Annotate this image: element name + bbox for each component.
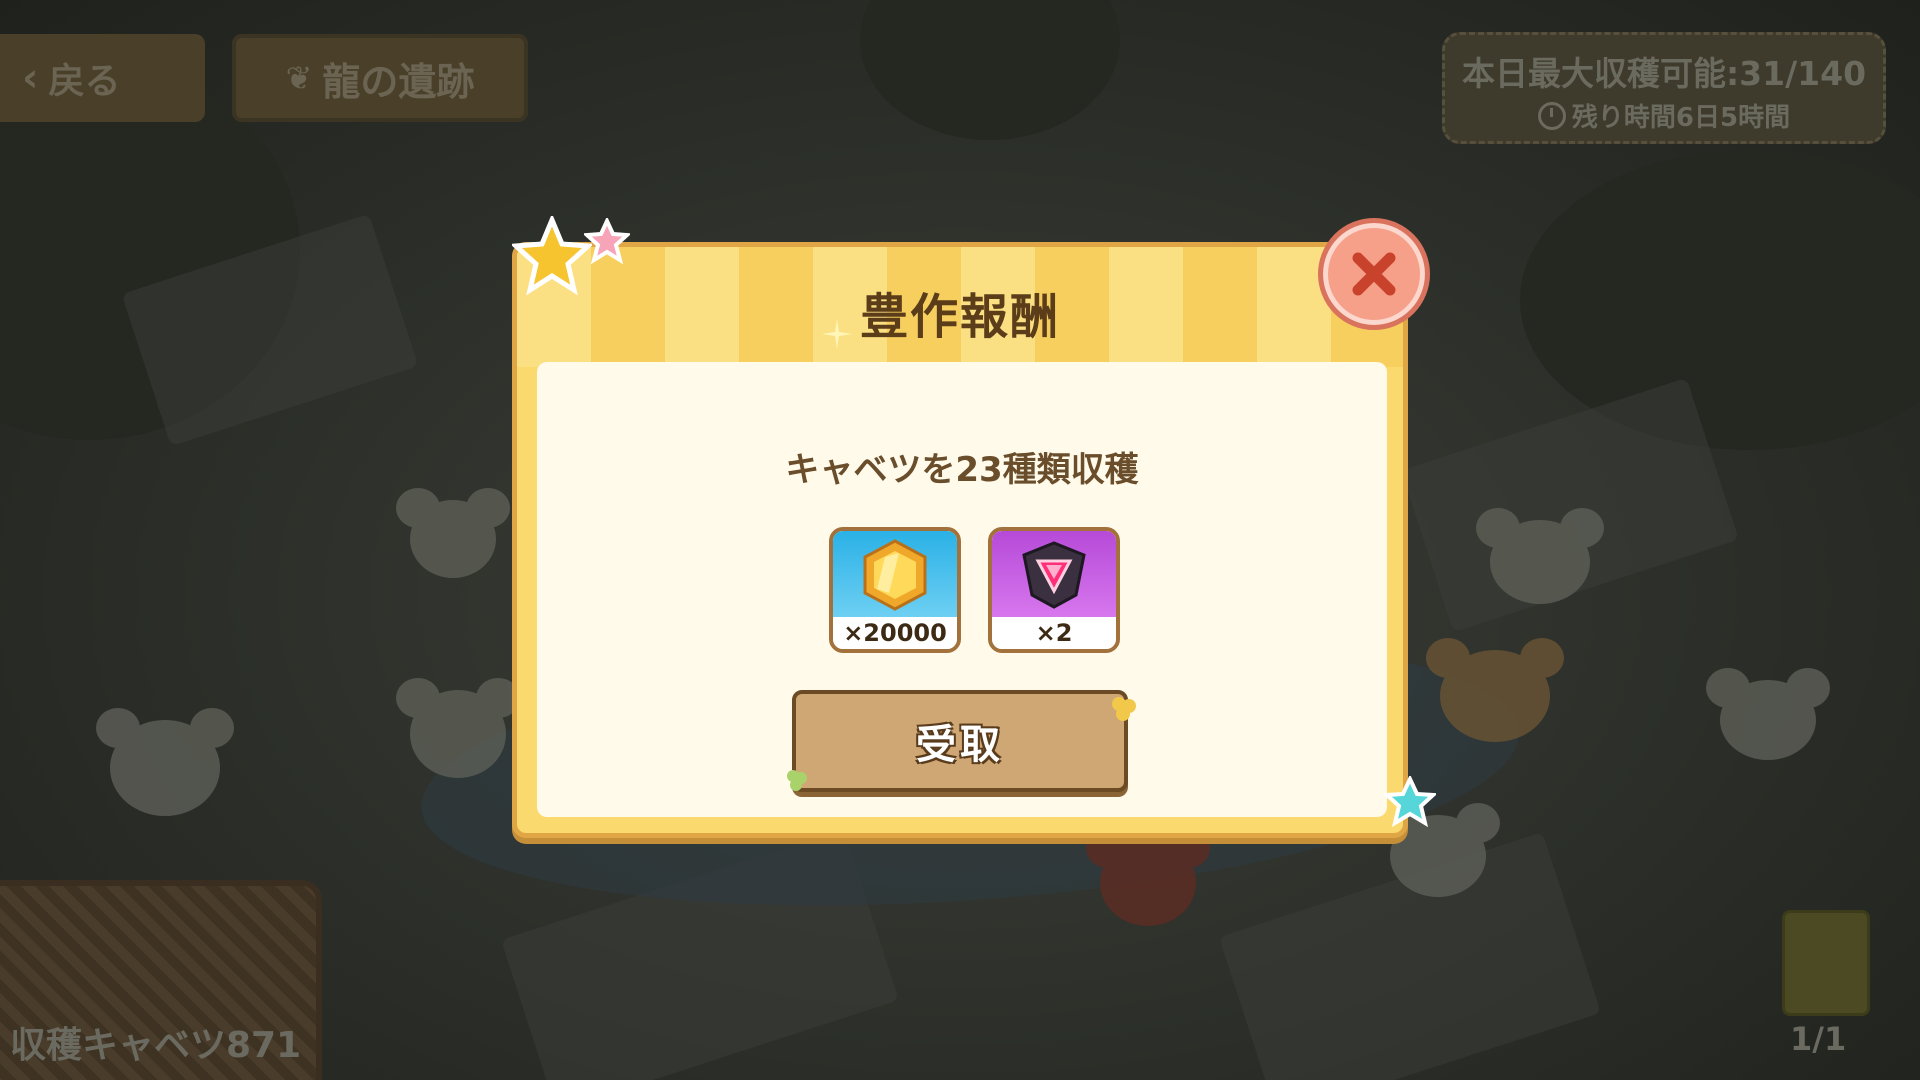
cabbage-creature (1086, 828, 1210, 926)
harvest-info-panel: 本日最大収穫可能:31/140 残り時間6日5時間 (1442, 32, 1886, 144)
cabbage-creature (1706, 668, 1830, 760)
close-icon (1352, 252, 1396, 296)
star-icon (1384, 776, 1436, 828)
star-icon (584, 218, 630, 264)
cabbage-creature (396, 678, 520, 778)
harvest-reward-dialog: 豊作報酬 キャベツを23種類収穫 ×20000 ×2 受取 (512, 242, 1408, 838)
reward-item-crystal[interactable]: ×2 (988, 527, 1120, 653)
crystal-core-icon (1022, 541, 1086, 609)
clock-icon (1537, 101, 1566, 130)
clover-icon (787, 770, 807, 791)
cabbage-creature (396, 488, 510, 578)
star-icon (512, 216, 592, 296)
sparkle-icon (822, 319, 852, 349)
location-title-label: 龍の遺跡 (322, 59, 475, 104)
back-button[interactable]: ‹ 戻る (0, 34, 205, 122)
tree-foliage (860, 0, 1120, 140)
harvest-count: 収穫キャベツ871 (10, 1025, 302, 1066)
leaf-icon: ❦ (285, 59, 313, 97)
location-title: ❦ 龍の遺跡 (232, 34, 528, 122)
dialog-title: 豊作報酬 (859, 289, 1060, 345)
cabbage-creature (1476, 508, 1604, 604)
reward-quantity: ×2 (992, 617, 1116, 649)
receive-button[interactable]: 受取 (792, 690, 1128, 792)
gold-coin-icon (863, 539, 927, 611)
page-indicator: 1/1 (1790, 1020, 1847, 1058)
receive-button-label: 受取 (916, 722, 1004, 768)
chevron-left-icon: ‹ (22, 55, 39, 101)
clover-icon (1112, 697, 1136, 721)
reward-item-gold[interactable]: ×20000 (829, 527, 961, 653)
cabbage-creature (1426, 638, 1564, 742)
reward-quantity: ×20000 (833, 617, 957, 649)
cabbage-creature (96, 708, 234, 816)
seed-bag-icon (1782, 910, 1870, 1016)
dialog-message: キャベツを23種類収穫 (785, 450, 1139, 490)
close-button[interactable] (1318, 218, 1430, 330)
tree-foliage (1520, 150, 1920, 450)
time-remaining: 残り時間6日5時間 (1571, 103, 1791, 133)
dialog-body: キャベツを23種類収穫 ×20000 ×2 受取 (537, 362, 1387, 817)
daily-harvest-limit: 本日最大収穫可能:31/140 (1461, 54, 1867, 93)
back-button-label: 戻る (48, 61, 121, 102)
